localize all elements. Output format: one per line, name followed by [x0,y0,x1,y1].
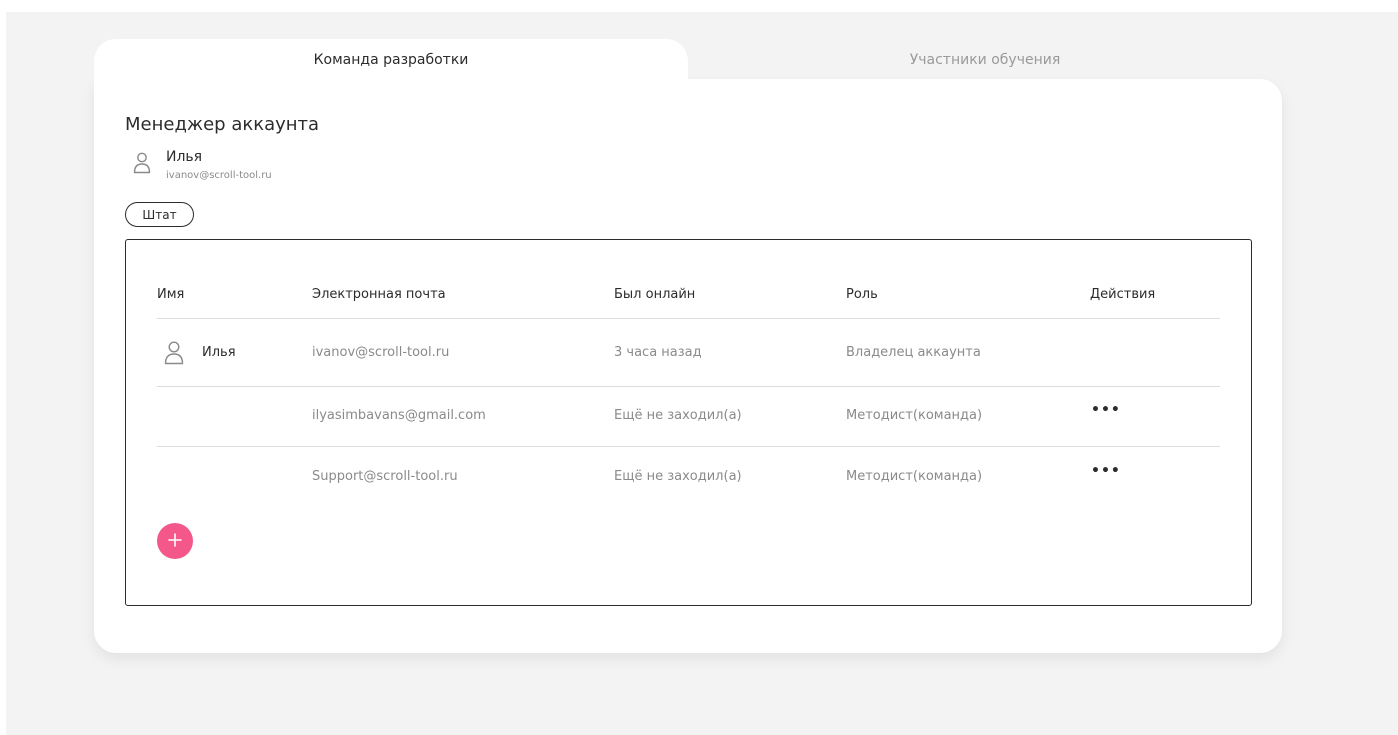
row-3-email: Support@scroll-tool.ru [312,469,458,484]
row-2-actions-menu[interactable]: ••• [1091,402,1121,418]
row-2-email: ilyasimbavans@gmail.com [312,408,486,423]
column-header-last-online: Был онлайн [614,287,696,302]
column-header-actions: Действия [1090,287,1156,302]
row-3-role: Методист(команда) [846,469,983,484]
section-title: Менеджер аккаунта [125,114,320,135]
manager-email: ivanov@scroll-tool.ru [166,170,272,181]
row-1-last-online: 3 часа назад [614,345,702,360]
staff-button[interactable]: Штат [125,202,194,227]
add-member-button[interactable] [157,523,193,559]
row-divider [157,446,1220,447]
user-icon [133,152,151,178]
column-header-name: Имя [157,287,185,302]
row-2-last-online: Ещё не заходил(а) [614,408,742,423]
header-divider [157,318,1220,319]
plus-icon [168,532,182,551]
user-icon [164,341,184,369]
manager-name: Илья [166,149,203,165]
row-1-email: ivanov@scroll-tool.ru [312,345,450,360]
row-3-last-online: Ещё не заходил(а) [614,469,742,484]
row-1-role: Владелец аккаунта [846,345,981,360]
row-3-actions-menu[interactable]: ••• [1091,463,1121,479]
row-2-role: Методист(команда) [846,408,983,423]
row-1-name: Илья [202,345,236,360]
column-header-role: Роль [846,287,878,302]
column-header-email: Электронная почта [312,287,446,302]
row-divider [157,386,1220,387]
